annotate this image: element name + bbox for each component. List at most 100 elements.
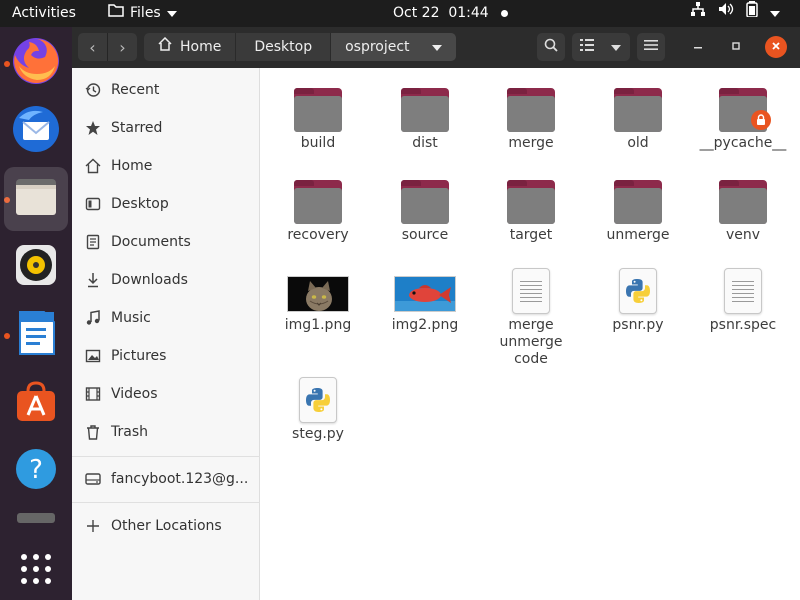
svg-text:?: ?: [29, 455, 43, 485]
minimize-icon: [693, 39, 703, 55]
sidebar-item-starred[interactable]: Starred: [72, 109, 260, 147]
file-item[interactable]: build: [266, 76, 370, 152]
activities-button[interactable]: Activities: [12, 0, 76, 27]
clock[interactable]: Oct 22 01:44: [393, 0, 508, 27]
breadcrumb-label: Desktop: [254, 39, 313, 55]
network-icon: [690, 0, 706, 27]
software-icon: [14, 379, 58, 427]
search-icon: [544, 38, 558, 56]
view-options-button[interactable]: [601, 33, 630, 61]
file-name: old: [627, 135, 649, 151]
sidebar-item-music[interactable]: Music: [72, 299, 260, 337]
breadcrumb-home[interactable]: Home: [144, 33, 237, 61]
breadcrumb-osproject[interactable]: osproject: [331, 33, 456, 61]
file-item[interactable]: psnr.py: [586, 258, 690, 334]
sidebar-item-home[interactable]: Home: [72, 147, 260, 185]
file-name: psnr.spec: [709, 317, 777, 333]
dock-files[interactable]: [4, 167, 68, 231]
sidebar-item-videos[interactable]: Videos: [72, 375, 260, 413]
forward-button[interactable]: ›: [108, 33, 137, 61]
cat-image-icon: [287, 276, 349, 312]
sidebar-item-trash[interactable]: Trash: [72, 413, 260, 451]
close-button[interactable]: [765, 36, 787, 58]
file-item[interactable]: dist: [373, 76, 477, 152]
file-name: psnr.py: [612, 317, 664, 333]
sidebar-item-pictures[interactable]: Pictures: [72, 337, 260, 375]
file-item[interactable]: recovery: [266, 168, 370, 244]
sidebar-item-label: Starred: [111, 120, 163, 136]
sidebar-item-online-account[interactable]: fancyboot.123@g...: [72, 460, 260, 498]
sidebar-item-recent[interactable]: Recent: [72, 71, 260, 109]
folder-icon: [586, 168, 690, 224]
file-item[interactable]: target: [479, 168, 583, 244]
dock-firefox[interactable]: [4, 31, 68, 95]
chevron-left-icon: ‹: [89, 37, 96, 57]
dock-writer[interactable]: [4, 303, 68, 367]
file-item[interactable]: venv: [691, 168, 795, 244]
maximize-button[interactable]: [726, 37, 746, 57]
file-item[interactable]: merge: [479, 76, 583, 152]
documents-icon: [84, 233, 102, 251]
sidebar-item-label: Trash: [111, 424, 148, 440]
help-icon: ?: [14, 447, 58, 495]
dock: ?: [0, 27, 72, 600]
files-window: ‹ › Home Desktop osproject Recent Starre…: [72, 27, 800, 600]
folder-icon: [479, 168, 583, 224]
file-item[interactable]: source: [373, 168, 477, 244]
sidebar-item-desktop[interactable]: Desktop: [72, 185, 260, 223]
folder-icon: [266, 76, 370, 132]
file-item[interactable]: psnr.spec: [691, 258, 795, 334]
folder-icon: [266, 168, 370, 224]
dock-drive[interactable]: [4, 505, 68, 535]
breadcrumb-desktop[interactable]: Desktop: [236, 33, 332, 61]
clock-label: Oct 22 01:44: [393, 5, 489, 21]
main-menu-button[interactable]: [637, 33, 665, 61]
home-icon: [158, 33, 172, 61]
view-toggle: [572, 33, 630, 61]
system-tray[interactable]: [690, 0, 780, 27]
dock-software[interactable]: [4, 371, 68, 435]
fish-image-icon: [394, 276, 456, 312]
sidebar-item-label: Desktop: [111, 196, 169, 212]
sidebar-item-label: Music: [111, 310, 151, 326]
file-item[interactable]: merge unmerge code: [479, 258, 583, 368]
file-item[interactable]: unmerge: [586, 168, 690, 244]
sidebar-item-label: Downloads: [111, 272, 188, 288]
chevron-down-icon: [610, 39, 621, 55]
file-name: __pycache__: [699, 135, 787, 151]
dock-thunderbird[interactable]: [4, 99, 68, 163]
file-item[interactable]: img2.png: [373, 258, 477, 334]
file-item[interactable]: old: [586, 76, 690, 152]
rhythmbox-icon: [14, 243, 58, 291]
dock-help[interactable]: ?: [4, 439, 68, 503]
breadcrumb-label: Home: [180, 39, 222, 55]
sidebar-item-documents[interactable]: Documents: [72, 223, 260, 261]
sidebar-item-label: Recent: [111, 82, 160, 98]
file-name: build: [300, 135, 336, 151]
dock-rhythmbox[interactable]: [4, 235, 68, 299]
header-bar: ‹ › Home Desktop osproject: [72, 27, 800, 68]
folder-icon: [373, 168, 477, 224]
file-item[interactable]: img1.png: [266, 258, 370, 334]
file-grid: build dist merge old __pycache__ recover…: [261, 68, 800, 600]
notification-dot-icon: [500, 9, 508, 17]
list-view-button[interactable]: [572, 33, 601, 61]
nav-buttons: ‹ ›: [78, 33, 137, 61]
show-applications-button[interactable]: [4, 539, 68, 600]
videos-icon: [84, 385, 102, 403]
file-item[interactable]: steg.py: [266, 367, 370, 443]
sidebar-item-label: Videos: [111, 386, 158, 402]
lock-icon: [751, 110, 771, 130]
search-button[interactable]: [537, 33, 565, 61]
firefox-icon: [11, 36, 61, 90]
file-item[interactable]: __pycache__: [691, 76, 795, 152]
image-thumbnail: [266, 258, 370, 314]
downloads-icon: [84, 271, 102, 289]
app-menu[interactable]: Files: [108, 0, 177, 27]
folder-icon: [691, 76, 795, 132]
minimize-button[interactable]: [688, 37, 708, 57]
sidebar-item-other-locations[interactable]: Other Locations: [72, 507, 260, 545]
sidebar-item-downloads[interactable]: Downloads: [72, 261, 260, 299]
text-file-icon: [479, 258, 583, 314]
back-button[interactable]: ‹: [78, 33, 107, 61]
